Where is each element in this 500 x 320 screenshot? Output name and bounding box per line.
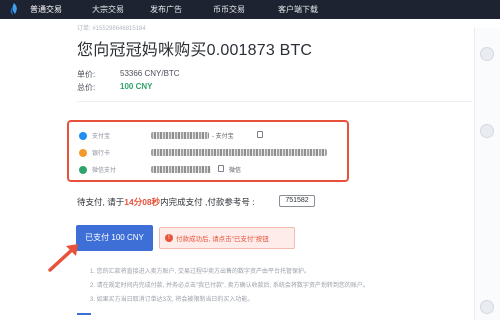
top-nav-bar: 普通交易 大宗交易 发布广告 币币交易 客户端下载 — [0, 0, 500, 19]
payment-method-sub: - 支付宝 — [212, 134, 234, 140]
divider — [77, 101, 473, 102]
price-value: 53366 CNY/BTC — [120, 69, 180, 78]
chat-avatar[interactable] — [480, 300, 494, 314]
page-title: 您向冠冠妈咪购买0.001873 BTC — [77, 42, 313, 59]
arrow-annotation-icon — [48, 244, 78, 272]
payment-method-name: 银行卡 — [92, 151, 111, 157]
chat-avatar[interactable] — [480, 124, 494, 138]
chat-avatar[interactable] — [480, 47, 494, 61]
redacted-account — [151, 149, 327, 156]
payment-method-name: 微信支付 — [92, 168, 117, 174]
reference-number: 751582 — [279, 195, 315, 207]
payment-method-sub: 微信 — [229, 168, 242, 174]
redacted-account — [151, 166, 211, 173]
nav-item-spot[interactable]: 普通交易 — [30, 3, 62, 16]
notice-line: 2. 请在规定时间内完成付款, 并务必点击"我已付款", 卖方确认收款后, 系统… — [90, 283, 369, 289]
order-id: 订单: #155298646815184 — [77, 26, 146, 32]
price-label: 单价: — [77, 70, 96, 79]
payment-methods-box: 支付宝 - 支付宝 银行卡 微信支付 微信 — [67, 120, 349, 182]
nav-item-download[interactable]: 客户端下载 — [278, 3, 318, 16]
countdown-time: 14分08秒 — [124, 197, 161, 207]
wechat-icon — [79, 166, 87, 174]
paid-button[interactable]: 已支付 100 CNY — [76, 225, 153, 251]
warning-text: 付款成功后, 请点击"已支付"按钮 — [176, 236, 269, 243]
chat-side-panel — [474, 28, 500, 320]
payment-row-bank[interactable]: 银行卡 — [79, 147, 341, 161]
nav-item-coin-trade[interactable]: 币币交易 — [213, 3, 245, 16]
payment-countdown: 待支付, 请于14分08秒内完成支付 ,付款参考号 : — [77, 197, 255, 207]
copy-icon[interactable] — [218, 165, 224, 172]
redacted-account — [151, 132, 209, 139]
notice-line: 1. 您的汇款将直接进入卖方账户, 交易过程中卖方出售的数字资产由平台托管保护。 — [90, 269, 311, 275]
warning-banner: ! 付款成功后, 请点击"已支付"按钮 — [159, 227, 295, 249]
nav-item-publish-ad[interactable]: 发布广告 — [150, 3, 182, 16]
payment-row-wechat[interactable]: 微信支付 微信 — [79, 164, 341, 178]
copy-icon[interactable] — [257, 131, 263, 138]
alipay-icon — [79, 132, 87, 140]
help-link[interactable] — [77, 313, 91, 315]
total-value: 100 CNY — [120, 82, 153, 91]
nav-item-block[interactable]: 大宗交易 — [92, 3, 124, 16]
bank-card-icon — [79, 149, 87, 157]
payment-row-alipay[interactable]: 支付宝 - 支付宝 — [79, 130, 341, 144]
notice-line: 3. 如果买方当日取消订单达3次, 将会被限制当日的买入功能。 — [90, 297, 254, 303]
total-label: 总价: — [77, 83, 96, 92]
logo-icon[interactable] — [7, 2, 21, 16]
payment-method-name: 支付宝 — [92, 134, 111, 140]
warning-icon: ! — [165, 234, 173, 242]
